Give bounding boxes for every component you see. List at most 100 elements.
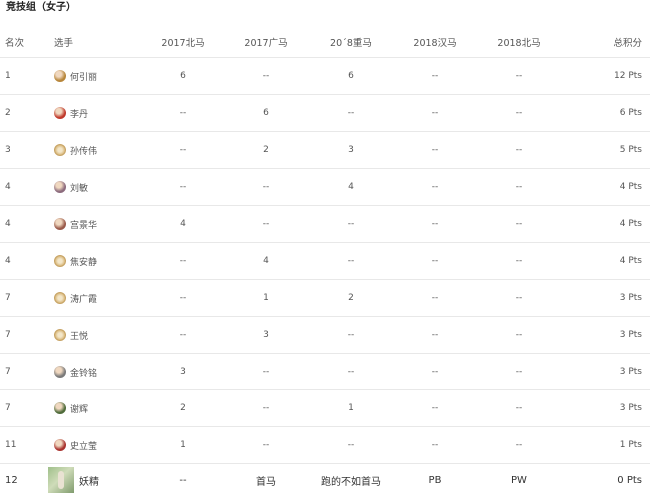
avatar[interactable] [54, 70, 66, 82]
total-points-cell: 3 Pts [619, 367, 642, 377]
cell-guangzhou-2017: 4 [263, 256, 269, 266]
cell-beijing-2017: -- [179, 474, 187, 486]
cell-chongqing-2018: 1 [348, 403, 354, 413]
player-cell[interactable]: 焦安静 [54, 243, 97, 279]
rank-cell: 4 [5, 256, 11, 266]
table-row: 4 宫景华 4 -- -- -- -- 4 Pts [0, 205, 650, 242]
table-row: 11 史立莹 1 -- -- -- -- 1 Pts [0, 426, 650, 463]
cell-beijing-2018: -- [515, 293, 523, 303]
avatar[interactable] [54, 439, 66, 451]
player-name[interactable]: 何引丽 [70, 70, 97, 83]
table-row: 2 李丹 -- 6 -- -- -- 6 Pts [0, 94, 650, 131]
player-cell[interactable]: 妖精 [48, 464, 99, 496]
cell-hanzhou-2018: -- [431, 182, 439, 192]
header-chongqing-2018: 20´8重马 [330, 37, 372, 49]
player-cell[interactable]: 何引丽 [54, 58, 97, 94]
cell-beijing-2018: -- [515, 71, 523, 81]
avatar[interactable] [54, 181, 66, 193]
player-name[interactable]: 谢辉 [70, 402, 88, 415]
medal-icon[interactable] [54, 329, 66, 341]
cell-beijing-2017: -- [179, 145, 187, 155]
cell-guangzhou-2017: 首马 [256, 476, 276, 488]
cell-chongqing-2018: 2 [348, 293, 354, 303]
cell-beijing-2017: -- [179, 293, 187, 303]
cell-chongqing-2018: 3 [348, 145, 354, 155]
total-points-cell: 5 Pts [619, 145, 642, 155]
player-name[interactable]: 王悦 [70, 329, 88, 342]
cell-beijing-2018: -- [515, 367, 523, 377]
cell-chongqing-2018: -- [347, 219, 355, 229]
rank-cell: 7 [5, 293, 11, 303]
table-row: 7 谢辉 2 -- 1 -- -- 3 Pts [0, 389, 650, 426]
player-name[interactable]: 李丹 [70, 107, 88, 120]
medal-icon[interactable] [54, 292, 66, 304]
cell-beijing-2017: -- [179, 256, 187, 266]
cell-beijing-2017: 3 [180, 367, 186, 377]
player-cell[interactable]: 涛广霞 [54, 280, 97, 316]
header-guangzhou-2017: 2017广马 [244, 37, 288, 49]
rank-cell: 11 [5, 440, 17, 450]
total-points-cell: 3 Pts [619, 330, 642, 340]
cell-beijing-2017: 2 [180, 403, 186, 413]
player-name[interactable]: 孙传伟 [70, 144, 97, 157]
player-name[interactable]: 焦安静 [70, 255, 97, 268]
cell-chongqing-2018: -- [347, 330, 355, 340]
avatar[interactable] [54, 107, 66, 119]
rank-cell: 2 [5, 108, 11, 118]
cell-beijing-2017: 1 [180, 440, 186, 450]
medal-icon[interactable] [54, 255, 66, 267]
total-points-cell: 3 Pts [619, 403, 642, 413]
player-cell[interactable]: 孙传伟 [54, 132, 97, 168]
table-row: 7 王悦 -- 3 -- -- -- 3 Pts [0, 316, 650, 353]
cell-chongqing-2018: 4 [348, 182, 354, 192]
cell-guangzhou-2017: -- [262, 403, 270, 413]
medal-icon[interactable] [54, 144, 66, 156]
cell-beijing-2018: -- [515, 182, 523, 192]
table-row: 7 金铃铭 3 -- -- -- -- 3 Pts [0, 353, 650, 390]
player-cell[interactable]: 宫景华 [54, 206, 97, 242]
cell-guangzhou-2017: 2 [263, 145, 269, 155]
player-name[interactable]: 宫景华 [70, 218, 97, 231]
rank-cell: 3 [5, 145, 11, 155]
rank-cell: 7 [5, 367, 11, 377]
cell-hanzhou-2018: -- [431, 403, 439, 413]
cell-hanzhou-2018: -- [431, 108, 439, 118]
rank-cell: 12 [5, 474, 18, 486]
rank-cell: 4 [5, 182, 11, 192]
player-name[interactable]: 刘敏 [70, 181, 88, 194]
avatar[interactable] [54, 366, 66, 378]
player-cell[interactable]: 李丹 [54, 95, 88, 131]
cell-beijing-2017: -- [179, 108, 187, 118]
rank-cell: 1 [5, 71, 11, 81]
avatar[interactable] [54, 402, 66, 414]
header-hanzhou-2018: 2018汉马 [413, 37, 457, 49]
player-cell[interactable]: 金铃铭 [54, 354, 97, 390]
player-cell[interactable]: 刘敏 [54, 169, 88, 205]
cell-hanzhou-2018: PB [428, 474, 442, 486]
table-header: 名次 选手 2017北马 2017广马 20´8重马 2018汉马 2018北马… [0, 32, 650, 51]
cell-beijing-2018: -- [515, 256, 523, 266]
player-name[interactable]: 金铃铭 [70, 366, 97, 379]
cell-beijing-2018: PW [511, 474, 527, 486]
player-name[interactable]: 妖精 [79, 473, 99, 488]
cell-hanzhou-2018: -- [431, 219, 439, 229]
cell-guangzhou-2017: -- [262, 219, 270, 229]
player-name[interactable]: 史立莹 [70, 439, 97, 452]
total-points-cell: 6 Pts [619, 108, 642, 118]
avatar[interactable] [48, 467, 74, 493]
player-cell[interactable]: 谢辉 [54, 390, 88, 426]
player-name[interactable]: 涛广霞 [70, 292, 97, 305]
cell-chongqing-2018: 跑的不如首马 [321, 476, 381, 488]
page-title: 竞技组（女子） [6, 2, 76, 13]
cell-chongqing-2018: -- [347, 367, 355, 377]
cell-guangzhou-2017: -- [262, 440, 270, 450]
cell-hanzhou-2018: -- [431, 145, 439, 155]
total-points-cell: 1 Pts [619, 440, 642, 450]
player-cell[interactable]: 史立莹 [54, 427, 97, 463]
cell-beijing-2018: -- [515, 108, 523, 118]
cell-beijing-2017: -- [179, 182, 187, 192]
cell-hanzhou-2018: -- [431, 71, 439, 81]
header-beijing-2018: 2018北马 [497, 37, 541, 49]
player-cell[interactable]: 王悦 [54, 317, 88, 353]
avatar[interactable] [54, 218, 66, 230]
